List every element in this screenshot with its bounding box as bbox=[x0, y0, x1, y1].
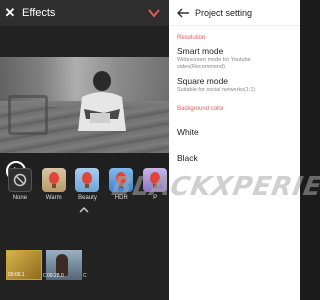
filter-label: Beauty bbox=[78, 195, 97, 201]
chevron-up-icon[interactable] bbox=[79, 205, 89, 215]
clip-thumbnail[interactable]: 00:06.1 bbox=[6, 250, 42, 280]
back-arrow-icon[interactable] bbox=[175, 7, 191, 19]
slash-circle-icon bbox=[7, 168, 32, 192]
check-icon[interactable] bbox=[147, 6, 161, 20]
smart-mode-description: Widescreen mode for Youtube video(Recomm… bbox=[177, 57, 251, 70]
clip-duration: 00:06.1 bbox=[8, 272, 25, 278]
filter-thumb bbox=[41, 168, 66, 192]
white-background-option[interactable]: White bbox=[177, 127, 199, 137]
filter-label: P bbox=[153, 195, 158, 201]
square-mode-option[interactable]: Square mode bbox=[177, 76, 228, 86]
project-setting-toolbar: Project setting bbox=[169, 0, 300, 26]
effects-toolbar: ✕ Effects bbox=[0, 0, 169, 26]
video-person bbox=[78, 71, 126, 131]
black-background-option[interactable]: Black bbox=[177, 153, 198, 163]
filter-thumb bbox=[75, 168, 100, 192]
clip-tag: C bbox=[83, 273, 87, 279]
filter-label: None bbox=[12, 195, 28, 201]
smart-mode-option[interactable]: Smart mode bbox=[177, 46, 223, 56]
balloon-icon bbox=[82, 172, 93, 188]
filter-thumb bbox=[109, 168, 134, 192]
video-chair bbox=[8, 95, 48, 135]
resolution-header: Resolution bbox=[177, 35, 206, 41]
effects-title: Effects bbox=[22, 7, 56, 19]
background-color-header: Background color bbox=[177, 106, 224, 112]
clip-thumbnail[interactable]: 00:28.0 bbox=[46, 250, 82, 280]
balloon-icon bbox=[116, 172, 127, 188]
balloon-icon bbox=[150, 172, 161, 188]
video-preview[interactable] bbox=[0, 57, 169, 153]
filter-warm[interactable]: Warm bbox=[40, 168, 68, 208]
clip-timeline: 00:06.1 C 00:28.0 C bbox=[0, 240, 169, 280]
effects-panel: ✕ Effects ⚙ None bbox=[0, 0, 169, 300]
close-icon[interactable]: ✕ bbox=[0, 0, 20, 26]
square-mode-description: Suitable for social networks(1:1) bbox=[177, 87, 256, 93]
filter-label: HDR bbox=[114, 195, 128, 201]
filter-thumb bbox=[143, 168, 168, 192]
filter-list: None Warm Beauty HDR P bbox=[0, 168, 169, 208]
filter-hdr[interactable]: HDR bbox=[107, 168, 135, 208]
balloon-icon bbox=[48, 172, 59, 188]
project-setting-panel: Project setting Resolution Smart mode Wi… bbox=[169, 0, 300, 300]
filter-p[interactable]: P bbox=[141, 168, 169, 208]
page-title: Project setting bbox=[195, 7, 253, 18]
filter-label: Warm bbox=[45, 195, 62, 201]
filter-none[interactable]: None bbox=[6, 168, 34, 208]
clip-duration: 00:28.0 bbox=[47, 273, 64, 279]
filter-beauty[interactable]: Beauty bbox=[74, 168, 102, 208]
